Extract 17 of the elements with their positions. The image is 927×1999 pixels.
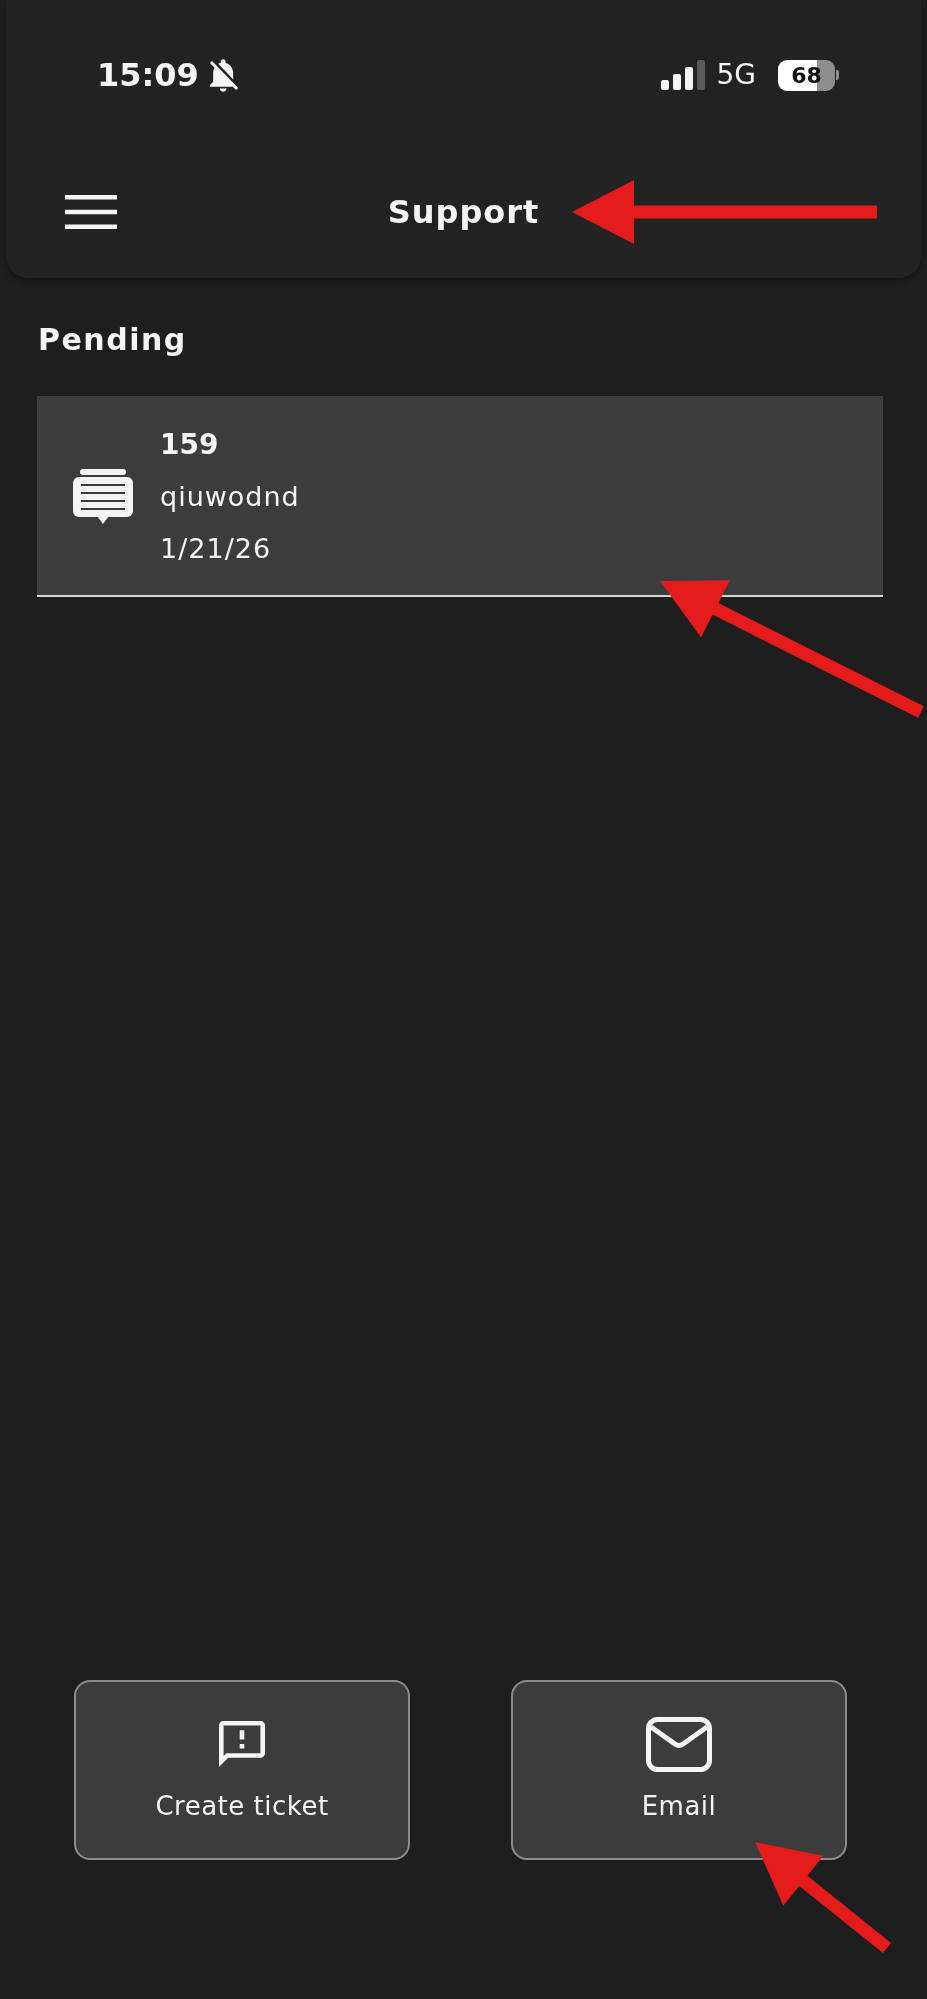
page-title: Support [387,192,540,232]
network-label: 5G [716,58,756,92]
chat-bubble-icon [73,469,133,525]
mail-icon [646,1716,712,1772]
battery-indicator: 68 [778,59,839,91]
status-time: 15:09 [97,55,199,95]
ticket-item[interactable]: 159 qiuwodnd 1/21/26 [37,396,883,597]
ticket-date: 1/21/26 [160,532,272,566]
ticket-subject: qiuwodnd [160,480,300,514]
signal-icon [661,60,706,90]
menu-icon [65,195,117,229]
create-ticket-button[interactable]: Create ticket [74,1680,410,1860]
ticket-number: 159 [160,427,219,463]
alert-bubble-icon [219,1721,265,1767]
section-title: Pending [38,321,187,359]
email-button[interactable]: Email [511,1680,847,1860]
menu-button[interactable] [65,195,117,229]
